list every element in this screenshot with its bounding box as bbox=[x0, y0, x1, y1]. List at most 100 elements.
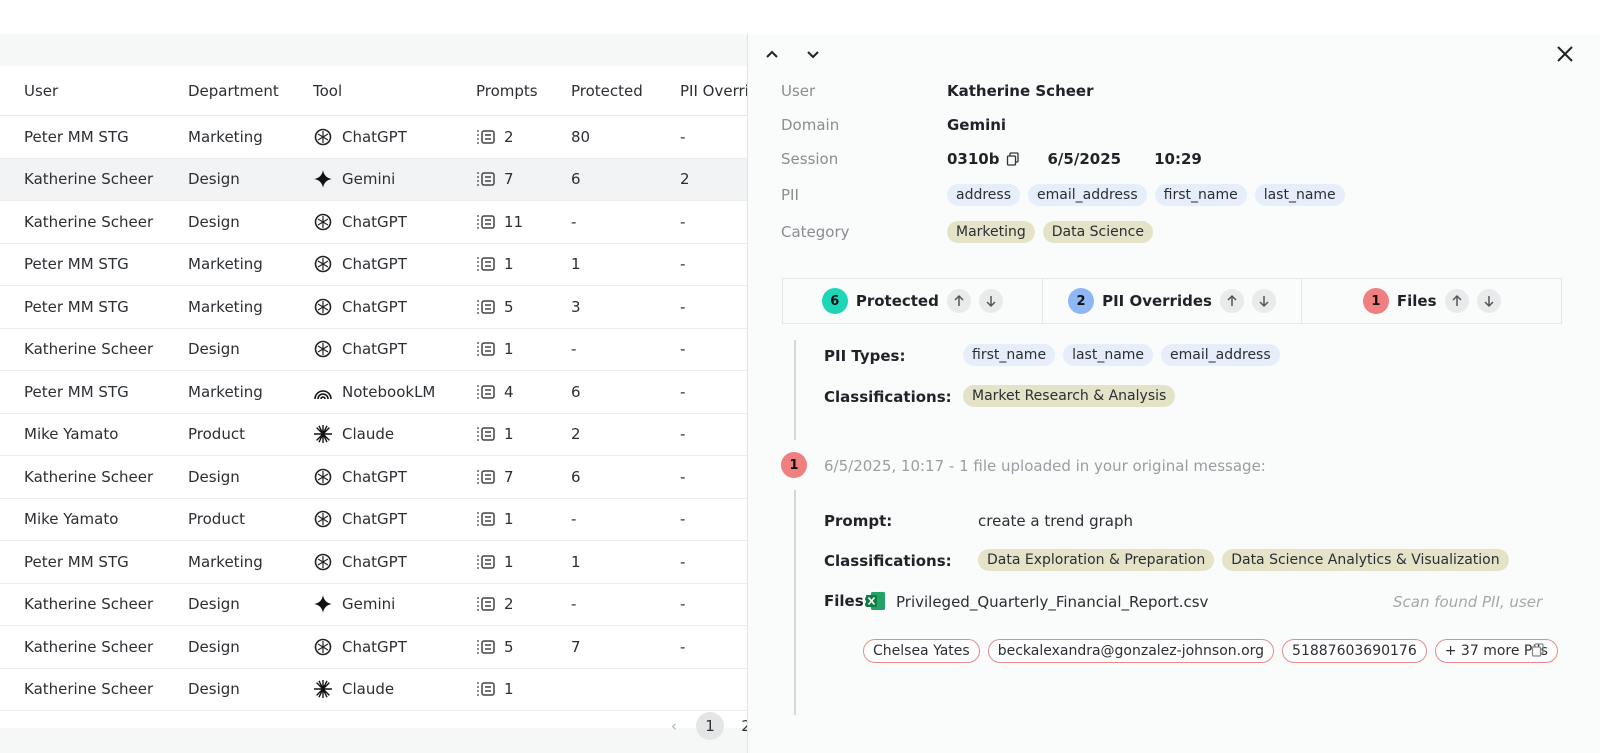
cell-department: Marketing bbox=[188, 552, 263, 571]
chatgpt-icon bbox=[313, 509, 333, 529]
pii-label: PII bbox=[781, 186, 799, 204]
header-user[interactable]: User bbox=[24, 82, 58, 100]
cell-prompts[interactable]: 1 bbox=[476, 553, 514, 571]
cell-pii-overrides: - bbox=[680, 425, 686, 444]
prompts-icon bbox=[476, 595, 496, 613]
cell-prompts[interactable]: 2 bbox=[476, 595, 514, 613]
cell-department: Marketing bbox=[188, 297, 263, 316]
claude-icon bbox=[313, 679, 333, 699]
tab-protected[interactable]: 6 Protected bbox=[783, 279, 1043, 323]
table-row[interactable]: Katherine Scheer Design Gemini 2 - - bbox=[0, 584, 748, 626]
table-row[interactable]: Mike Yamato Product Claude 1 2 - bbox=[0, 414, 748, 456]
pii-types-label: PII Types: bbox=[824, 347, 906, 365]
page-1-button[interactable]: 1 bbox=[696, 712, 724, 740]
table-row[interactable]: Peter MM STG Marketing ChatGPT 5 3 - bbox=[0, 286, 748, 329]
cell-user: Katherine Scheer bbox=[24, 595, 154, 614]
cell-prompts[interactable]: 4 bbox=[476, 383, 514, 401]
table-row[interactable]: Katherine Scheer Design ChatGPT 7 6 - bbox=[0, 456, 748, 499]
category-chip: Marketing bbox=[947, 221, 1035, 243]
prompts-icon bbox=[476, 213, 496, 231]
header-tool[interactable]: Tool bbox=[313, 82, 342, 100]
prompts-icon bbox=[476, 553, 496, 571]
user-label: User bbox=[781, 82, 816, 100]
arrow-up-icon[interactable] bbox=[946, 289, 971, 313]
copy-icon[interactable] bbox=[1006, 152, 1020, 166]
page-2-button[interactable]: 2 bbox=[732, 712, 748, 740]
chevron-down-icon[interactable] bbox=[803, 44, 823, 64]
classification-chip: Market Research & Analysis bbox=[963, 385, 1176, 407]
table-row[interactable]: Katherine Scheer Design ChatGPT 1 - - bbox=[0, 329, 748, 371]
table-row[interactable]: Mike Yamato Product ChatGPT 1 - - bbox=[0, 499, 748, 541]
session-id: 0310b bbox=[947, 150, 1000, 168]
cell-prompts[interactable]: 11 bbox=[476, 213, 523, 231]
pii-found-chip: beckalexandra@gonzalez-johnson.org bbox=[987, 639, 1275, 663]
header-prompts[interactable]: Prompts bbox=[476, 82, 538, 100]
header-pii-overrides[interactable]: PII Overri bbox=[680, 82, 748, 100]
cell-pii-overrides: - bbox=[680, 637, 686, 656]
cell-prompts[interactable]: 1 bbox=[476, 510, 514, 528]
cell-user: Mike Yamato bbox=[24, 425, 119, 444]
cell-prompts[interactable]: 5 bbox=[476, 298, 514, 316]
table-row[interactable]: Katherine Scheer Design ChatGPT 11 - - bbox=[0, 201, 748, 244]
close-icon[interactable] bbox=[1554, 43, 1576, 65]
pii-type-chip: first_name bbox=[963, 344, 1056, 366]
table-row[interactable]: Peter MM STG Marketing ChatGPT 2 80 - bbox=[0, 116, 748, 159]
chevron-up-icon[interactable] bbox=[762, 44, 782, 64]
arrow-up-icon[interactable] bbox=[1219, 289, 1244, 313]
tool-name: ChatGPT bbox=[342, 552, 407, 571]
tab-files[interactable]: 1 Files bbox=[1302, 279, 1561, 323]
pii-chip: email_address bbox=[1028, 184, 1147, 206]
claude-icon bbox=[313, 424, 333, 444]
table-row[interactable]: Katherine Scheer Design ChatGPT 5 7 - bbox=[0, 626, 748, 669]
tool-name: ChatGPT bbox=[342, 467, 407, 486]
table-row[interactable]: Katherine Scheer Design Claude 1 bbox=[0, 669, 748, 711]
event-classification-chips: Data Exploration & Preparation Data Scien… bbox=[978, 549, 1517, 571]
table-row[interactable]: Peter MM STG Marketing NotebookLM 4 6 - bbox=[0, 371, 748, 414]
cell-department: Design bbox=[188, 340, 240, 359]
cell-prompts[interactable]: 1 bbox=[476, 425, 514, 443]
prev-page-button[interactable]: ‹ bbox=[660, 712, 688, 740]
pii-chip: address bbox=[947, 184, 1021, 206]
cell-department: Marketing bbox=[188, 255, 263, 274]
cell-prompts[interactable]: 2 bbox=[476, 128, 514, 146]
session-detail-panel: User Katherine Scheer Domain Gemini Sess… bbox=[747, 34, 1600, 753]
tool-name: ChatGPT bbox=[342, 127, 407, 146]
cell-pii-overrides: 2 bbox=[680, 170, 690, 189]
header-department[interactable]: Department bbox=[188, 82, 279, 100]
tool-name: ChatGPT bbox=[342, 297, 407, 316]
cell-protected: 1 bbox=[571, 552, 581, 571]
header-protected[interactable]: Protected bbox=[571, 82, 643, 100]
prompts-count: 4 bbox=[504, 382, 514, 401]
table-row[interactable]: Peter MM STG Marketing ChatGPT 1 1 - bbox=[0, 541, 748, 584]
arrow-down-icon[interactable] bbox=[1251, 289, 1276, 313]
table-row[interactable]: Katherine Scheer Design Gemini 7 6 2 bbox=[0, 158, 748, 201]
prompts-count: 1 bbox=[504, 340, 514, 359]
cell-user: Katherine Scheer bbox=[24, 467, 154, 486]
prompts-count: 5 bbox=[504, 297, 514, 316]
cell-prompts[interactable]: 7 bbox=[476, 468, 514, 486]
tab-pii-overrides[interactable]: 2 PII Overrides bbox=[1043, 279, 1303, 323]
cell-prompts[interactable]: 5 bbox=[476, 638, 514, 656]
cell-prompts[interactable]: 1 bbox=[476, 680, 514, 698]
tool-name: ChatGPT bbox=[342, 637, 407, 656]
copy-icon[interactable] bbox=[1531, 643, 1545, 657]
classification-chip: Data Science Analytics & Visualization bbox=[1222, 549, 1509, 571]
table-row[interactable]: Peter MM STG Marketing ChatGPT 1 1 - bbox=[0, 244, 748, 286]
tool-name: Claude bbox=[342, 680, 395, 699]
timeline-line bbox=[794, 340, 796, 440]
file-name[interactable]: Privileged_Quarterly_Financial_Report.cs… bbox=[896, 593, 1208, 611]
cell-pii-overrides: - bbox=[680, 212, 686, 231]
cell-protected: 7 bbox=[571, 637, 581, 656]
cell-prompts[interactable]: 1 bbox=[476, 255, 514, 273]
prompts-count: 7 bbox=[504, 467, 514, 486]
arrow-down-icon[interactable] bbox=[1476, 289, 1501, 313]
gemini-icon bbox=[313, 169, 333, 189]
arrow-down-icon[interactable] bbox=[978, 289, 1003, 313]
cell-prompts[interactable]: 7 bbox=[476, 170, 514, 188]
cell-prompts[interactable]: 1 bbox=[476, 340, 514, 358]
cell-department: Product bbox=[188, 425, 245, 444]
cell-user: Peter MM STG bbox=[24, 552, 129, 571]
prompts-count: 2 bbox=[504, 127, 514, 146]
prompts-count: 1 bbox=[504, 552, 514, 571]
arrow-up-icon[interactable] bbox=[1444, 289, 1469, 313]
